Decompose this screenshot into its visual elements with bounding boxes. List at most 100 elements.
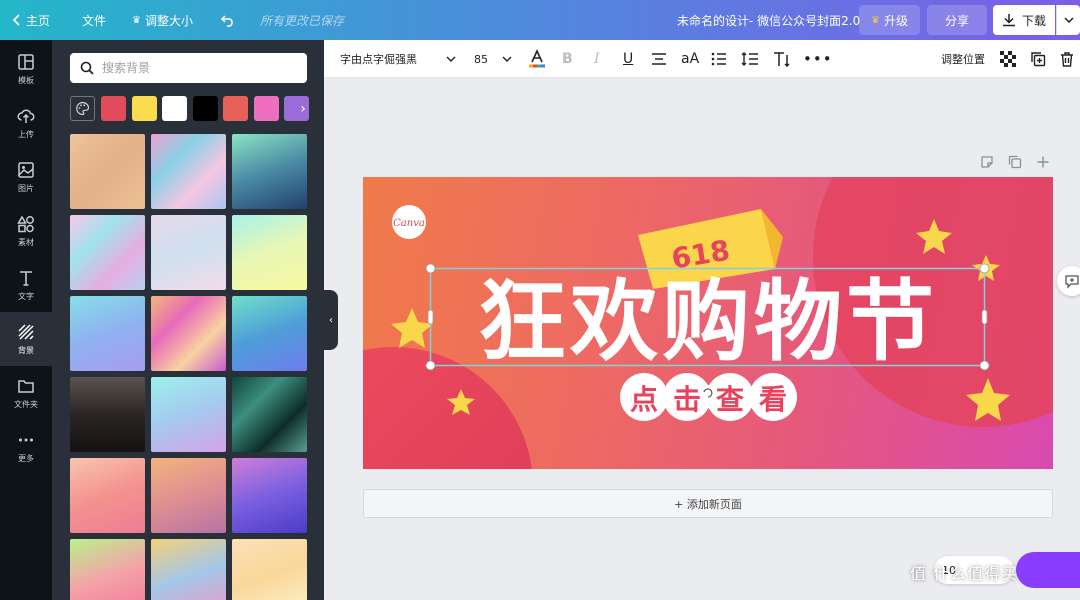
background-tile[interactable] xyxy=(232,134,307,209)
background-tile[interactable] xyxy=(232,458,307,533)
cta-char: 查 xyxy=(716,383,744,416)
search-icon xyxy=(80,61,94,75)
background-tile[interactable] xyxy=(151,134,226,209)
position-button[interactable]: 调整位置 xyxy=(941,40,985,78)
template-icon xyxy=(18,53,34,70)
duplicate-icon[interactable] xyxy=(1030,40,1046,78)
collapse-panel-button[interactable]: ‹ xyxy=(324,290,338,350)
font-family-select[interactable]: 字由点字倔强黑 xyxy=(340,40,456,78)
background-tile[interactable] xyxy=(232,377,307,452)
color-swatch[interactable] xyxy=(131,96,157,121)
rail-label: 背景 xyxy=(18,345,34,355)
background-tile[interactable] xyxy=(70,215,145,290)
background-tile[interactable] xyxy=(151,458,226,533)
background-tile[interactable] xyxy=(70,296,145,371)
trash-icon[interactable] xyxy=(1059,40,1075,78)
rail-item-folders[interactable]: 文件夹 xyxy=(0,366,52,420)
more-options-icon[interactable]: ••• xyxy=(803,40,833,78)
bold-icon[interactable]: B xyxy=(562,40,573,78)
folder-icon xyxy=(18,379,34,393)
rail-item-text[interactable]: 文字 xyxy=(0,258,52,312)
color-swatch[interactable] xyxy=(162,96,187,121)
align-center-icon[interactable] xyxy=(651,40,667,78)
comment-button[interactable] xyxy=(1057,266,1080,296)
letter-case-button[interactable]: aA xyxy=(681,40,699,78)
rail-label: 文件夹 xyxy=(14,399,38,409)
help-button[interactable] xyxy=(1016,552,1080,588)
chevron-right-icon[interactable]: › xyxy=(296,96,310,121)
color-palette-button[interactable] xyxy=(70,96,95,121)
rail-item-elements[interactable]: 素材 xyxy=(0,204,52,258)
download-button[interactable]: 下载 xyxy=(993,5,1055,35)
background-tile[interactable] xyxy=(232,215,307,290)
document-title[interactable]: 未命名的设计- 微信公众号封面2.0 xyxy=(677,0,860,40)
editor-toolbar: 字由点字倔强黑 85 B I U aA ••• 调整位置 xyxy=(324,40,1080,78)
download-label: 下载 xyxy=(1021,13,1046,28)
font-size-value: 85 xyxy=(474,52,488,66)
rail-label: 图片 xyxy=(18,183,34,193)
rail-item-photos[interactable]: 图片 xyxy=(0,150,52,204)
chevron-down-icon xyxy=(502,56,512,62)
headline-text: 狂欢购物节 xyxy=(478,270,938,373)
text-color-button[interactable] xyxy=(528,40,546,78)
page-note-icon[interactable] xyxy=(980,154,994,170)
undo-icon xyxy=(220,15,233,27)
rail-item-uploads[interactable]: 上传 xyxy=(0,96,52,150)
file-menu[interactable]: 文件 xyxy=(82,0,106,40)
background-tile[interactable] xyxy=(151,296,226,371)
search-input[interactable] xyxy=(102,61,282,75)
background-tile[interactable] xyxy=(151,377,226,452)
download-options-button[interactable] xyxy=(1056,5,1080,35)
watermark: 值 什么值得买 xyxy=(910,560,1018,584)
font-size-select[interactable]: 85 xyxy=(474,40,512,78)
background-tile[interactable] xyxy=(232,296,307,371)
color-swatch[interactable] xyxy=(192,96,218,121)
text-effects-icon[interactable] xyxy=(772,40,792,78)
rail-item-more[interactable]: 更多 xyxy=(0,420,52,474)
spacing-icon[interactable] xyxy=(741,40,759,78)
resize-label: 调整大小 xyxy=(144,13,193,28)
rail-label: 更多 xyxy=(18,453,34,463)
upload-icon xyxy=(17,108,35,123)
design-canvas[interactable]: Canva 618 狂欢购物节 点 击 查 看 xyxy=(363,177,1053,469)
cta-char: 击 xyxy=(673,383,701,416)
background-tile[interactable] xyxy=(70,458,145,533)
resize-handle xyxy=(981,309,988,325)
background-tile[interactable] xyxy=(70,134,145,209)
background-tile[interactable] xyxy=(70,377,145,452)
rotate-handle xyxy=(700,385,716,401)
canvas-artwork: Canva 618 狂欢购物节 点 击 查 看 xyxy=(363,177,1053,469)
resize-button[interactable]: ♛ 调整大小 xyxy=(132,0,193,40)
resize-handle xyxy=(979,263,990,274)
rail-item-background[interactable]: 背景 xyxy=(0,312,52,366)
background-tile[interactable] xyxy=(151,215,226,290)
save-status: 所有更改已保存 xyxy=(260,13,345,28)
upgrade-button[interactable]: ♛ 升级 xyxy=(859,5,920,35)
italic-icon[interactable]: I xyxy=(594,40,600,78)
rail-label: 素材 xyxy=(18,237,34,247)
cta-char: 看 xyxy=(759,383,787,416)
add-page-button[interactable]: + 添加新页面 xyxy=(363,489,1053,518)
share-button[interactable]: 分享 xyxy=(927,5,987,35)
background-tile[interactable] xyxy=(151,539,226,600)
transparency-icon[interactable] xyxy=(1000,40,1016,78)
crown-icon: ♛ xyxy=(871,14,880,26)
text-color-icon xyxy=(529,49,545,68)
underline-icon[interactable]: U xyxy=(623,40,633,78)
search-box[interactable] xyxy=(70,53,307,83)
home-button[interactable]: 主页 xyxy=(12,0,50,40)
background-tile[interactable] xyxy=(70,539,145,600)
chevron-left-icon xyxy=(12,14,20,26)
background-tile[interactable] xyxy=(232,539,307,600)
list-icon[interactable] xyxy=(711,40,727,78)
color-swatch[interactable] xyxy=(101,96,126,121)
background-icon xyxy=(18,323,34,340)
rail-label: 模板 xyxy=(18,75,34,85)
chevron-down-icon xyxy=(1063,17,1074,23)
undo-button[interactable] xyxy=(220,0,236,40)
rail-item-templates[interactable]: 模板 xyxy=(0,42,52,96)
color-swatch[interactable] xyxy=(223,96,248,121)
page-duplicate-icon[interactable] xyxy=(1008,154,1022,170)
color-swatch[interactable] xyxy=(253,96,279,121)
add-page-icon[interactable] xyxy=(1036,154,1050,170)
